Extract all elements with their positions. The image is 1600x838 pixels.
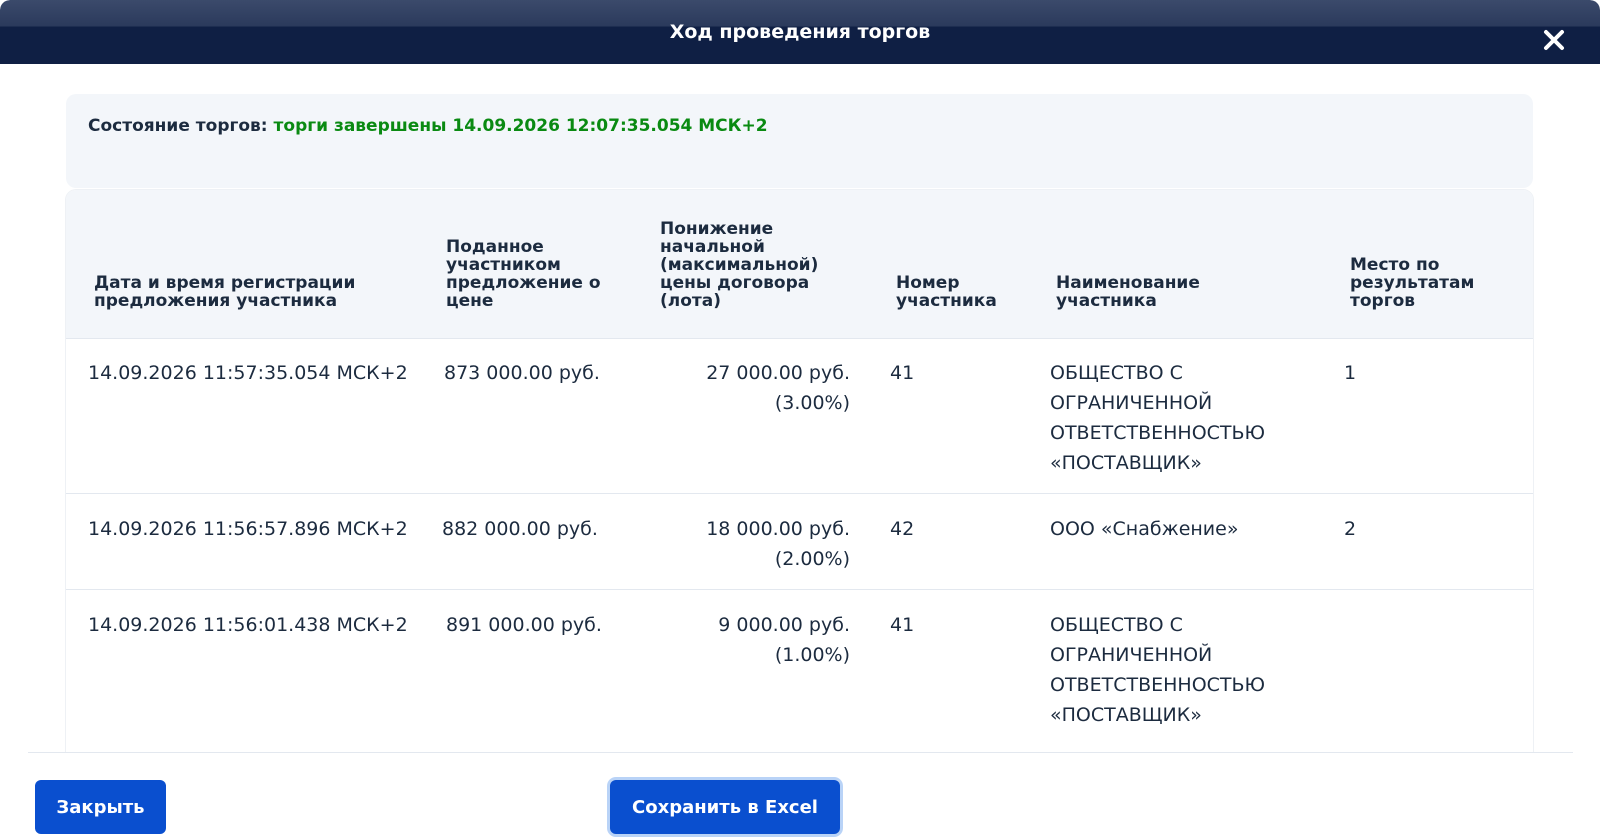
reduction-percent: (1.00%) xyxy=(774,644,850,666)
cell-place: 1 xyxy=(1344,362,1357,384)
cell-datetime: 14.09.2026 11:56:01.438 МСК+2 xyxy=(88,614,408,636)
cell-place: 2 xyxy=(1344,518,1357,540)
reduction-amount: 9 000.00 руб. xyxy=(718,614,850,636)
header-number: Номер участника xyxy=(896,273,997,311)
cell-price: 891 000.00 руб. xyxy=(446,614,602,636)
status-value: торги завершены 14.09.2026 12:07:35.054 … xyxy=(273,116,768,136)
status-line: Состояние торгов: торги завершены 14.09.… xyxy=(88,116,768,136)
reduction-percent: (2.00%) xyxy=(774,548,850,570)
header-datetime: Дата и время регистрации предложения уча… xyxy=(94,273,356,311)
header-place: Место по результатам торгов xyxy=(1350,255,1475,311)
close-icon[interactable] xyxy=(1540,26,1568,54)
bids-table: Дата и время регистрации предложения уча… xyxy=(66,190,1533,752)
cell-reduction: 18 000.00 руб. (2.00%) xyxy=(650,514,850,574)
name-line: ООО «Снабжение» xyxy=(1050,518,1239,540)
cell-price: 873 000.00 руб. xyxy=(444,362,600,384)
name-line: ОБЩЕСТВО С xyxy=(1050,362,1183,384)
reduction-amount: 27 000.00 руб. xyxy=(706,362,850,384)
table-row: 14.09.2026 11:57:35.054 МСК+2 873 000.00… xyxy=(66,338,1533,494)
name-line: ОГРАНИЧЕННОЙ xyxy=(1050,392,1213,414)
cell-name: ООО «Снабжение» xyxy=(1050,514,1310,544)
reduction-amount: 18 000.00 руб. xyxy=(706,518,850,540)
header-name: Наименование участника xyxy=(1056,273,1200,311)
cell-price: 882 000.00 руб. xyxy=(442,518,598,540)
cell-datetime: 14.09.2026 11:57:35.054 МСК+2 xyxy=(88,362,408,384)
table-header: Дата и время регистрации предложения уча… xyxy=(66,190,1533,339)
cell-reduction: 27 000.00 руб. (3.00%) xyxy=(650,358,850,418)
name-line: «ПОСТАВЩИК» xyxy=(1050,704,1202,726)
save-excel-button[interactable]: Сохранить в Excel xyxy=(610,780,840,834)
close-button[interactable]: Закрыть xyxy=(35,780,166,834)
status-label: Состояние торгов: xyxy=(88,116,268,136)
table-row: 14.09.2026 11:56:01.438 МСК+2 891 000.00… xyxy=(66,590,1533,752)
name-line: «ПОСТАВЩИК» xyxy=(1050,452,1202,474)
name-line: ОТВЕТСТВЕННОСТЬЮ xyxy=(1050,422,1266,444)
cell-number: 41 xyxy=(890,614,915,636)
cell-datetime: 14.09.2026 11:56:57.896 МСК+2 xyxy=(88,518,408,540)
cell-number: 41 xyxy=(890,362,915,384)
reduction-percent: (3.00%) xyxy=(774,392,850,414)
table-row: 14.09.2026 11:56:57.896 МСК+2 882 000.00… xyxy=(66,494,1533,590)
cell-name: ОБЩЕСТВО С ОГРАНИЧЕННОЙ ОТВЕТСТВЕННОСТЬЮ… xyxy=(1050,610,1310,730)
footer-divider xyxy=(28,752,1573,753)
cell-name: ОБЩЕСТВО С ОГРАНИЧЕННОЙ ОТВЕТСТВЕННОСТЬЮ… xyxy=(1050,358,1310,478)
cell-number: 42 xyxy=(890,518,915,540)
dialog-title: Ход проведения торгов xyxy=(669,21,931,43)
name-line: ОБЩЕСТВО С xyxy=(1050,614,1183,636)
cell-reduction: 9 000.00 руб. (1.00%) xyxy=(650,610,850,670)
header-price: Поданное участником предложение о цене xyxy=(446,237,601,311)
header-reduction: Понижение начальной (максимальной) цены … xyxy=(660,219,819,311)
name-line: ОГРАНИЧЕННОЙ xyxy=(1050,644,1213,666)
bidding-progress-dialog: Ход проведения торгов Состояние торгов: … xyxy=(0,0,1600,838)
dialog-header: Ход проведения торгов xyxy=(0,0,1600,64)
name-line: ОТВЕТСТВЕННОСТЬЮ xyxy=(1050,674,1266,696)
status-card: Состояние торгов: торги завершены 14.09.… xyxy=(66,94,1533,188)
